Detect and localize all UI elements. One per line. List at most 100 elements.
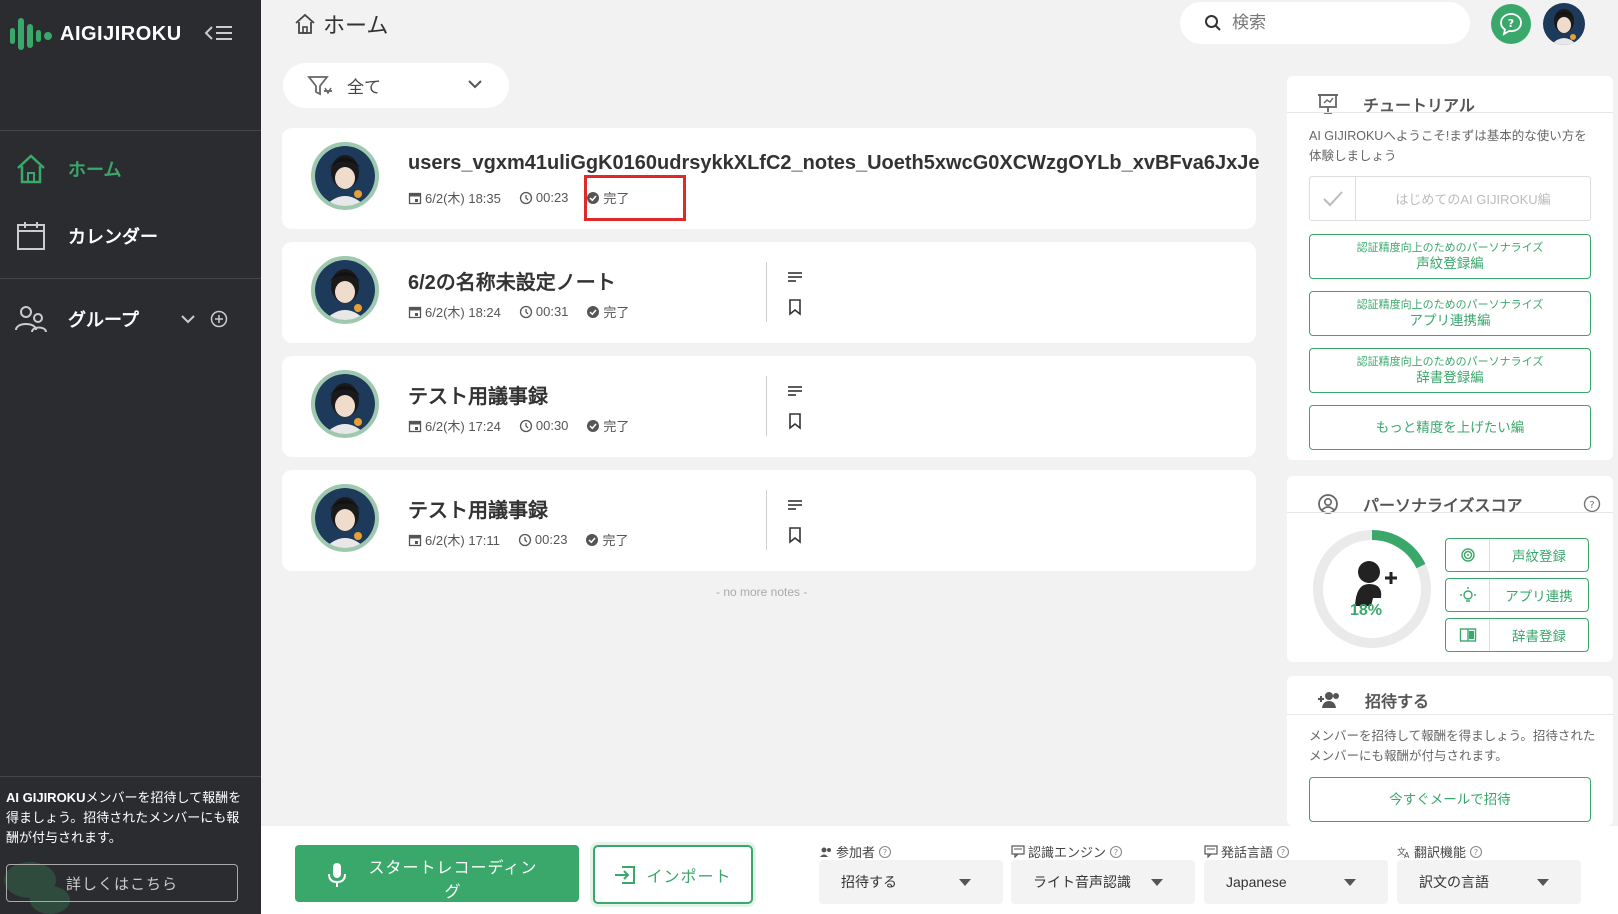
note-date-text: 6/2(木) 17:11 (425, 533, 500, 548)
bookmark-icon[interactable] (786, 412, 804, 430)
check-circle-icon (587, 419, 600, 432)
note-date: 6/2(木) 17:11 (408, 530, 500, 549)
svg-text:?: ? (1589, 500, 1594, 511)
calendar-icon (408, 306, 422, 318)
score-btn-label: アプリ連携 (1505, 589, 1573, 604)
caret-down-icon (1151, 879, 1163, 886)
tutorial-voiceprint-button[interactable]: 認証精度向上のためのパーソナライズ 声紋登録編 (1309, 234, 1591, 279)
option-label: 翻訳機能 (1414, 845, 1467, 860)
card-divider (1287, 112, 1613, 113)
voiceprint-register-button[interactable]: 声紋登録 (1445, 538, 1589, 572)
note-duration: 00:30 (519, 418, 569, 433)
sidebar-item-label: ホーム (68, 160, 122, 180)
note-status: 完了 (586, 416, 629, 435)
add-users-icon (1318, 692, 1339, 708)
tutorial-more-accuracy-button[interactable]: もっと精度を上げたい編 (1309, 405, 1591, 450)
add-group-icon[interactable] (210, 310, 228, 328)
chat-button[interactable]: ? (1491, 4, 1531, 44)
filter-dropdown[interactable]: 全て (283, 63, 509, 108)
note-avatar (311, 256, 379, 324)
sidebar: AIGIJIROKU ホーム カレンダー グループ AI GIJIROKUメンバ… (0, 0, 261, 914)
calendar-icon (408, 192, 422, 204)
fingerprint-icon (1446, 539, 1490, 571)
option-label: 参加者 (836, 845, 876, 860)
svg-text:?: ? (883, 848, 887, 857)
sidebar-item-group[interactable]: グループ (14, 302, 139, 336)
note-date: 6/2(木) 18:24 (408, 302, 501, 321)
chevron-down-icon[interactable] (180, 311, 196, 327)
translation-select[interactable]: 訳文の言語 (1397, 860, 1581, 904)
note-duration-text: 00:30 (535, 418, 569, 433)
add-user-icon (1355, 561, 1397, 606)
option-value: ライト音声認識 (1033, 874, 1131, 890)
import-label: インポート (646, 868, 732, 886)
import-button[interactable]: インポート (593, 845, 753, 904)
tutorial-card: チュートリアル AI GIJIROKUへようこそ!まずは基本的な使い方を体験しま… (1287, 76, 1613, 460)
note-title[interactable]: users_vgxm41uliGgK0160udrsykkXLfC2_notes… (408, 152, 1259, 175)
note-avatar (311, 370, 379, 438)
sidebar-item-calendar[interactable]: カレンダー (14, 219, 158, 253)
details-button[interactable]: 詳しくはこちら (6, 864, 238, 902)
card-divider (1287, 714, 1613, 715)
check-circle-icon (586, 533, 599, 546)
note-status: 完了 (585, 530, 628, 549)
summary-lines-icon[interactable] (786, 496, 804, 514)
invite-email-button[interactable]: 今すぐメールで招待 (1309, 777, 1591, 822)
summary-lines-icon[interactable] (786, 268, 804, 286)
invite-button-label: 今すぐメールで招待 (1389, 791, 1511, 807)
score-btn-label: 辞書登録 (1512, 629, 1566, 644)
invite-desc: メンバーを招待して報酬を得ましょう。招待されたメンバーにも報酬が付与されます。 (1309, 729, 1596, 763)
note-title[interactable]: 6/2の名称未設定ノート (408, 266, 616, 295)
note-title[interactable]: テスト用議事録 (408, 380, 548, 409)
note-duration: 00:31 (519, 304, 568, 319)
translate-icon: 文A (1397, 846, 1410, 858)
engine-select[interactable]: ライト音声認識 (1011, 860, 1195, 904)
tutorial-desc: AI GIJIROKUへようこそ!まずは基本的な使い方を体験しましょう (1309, 129, 1587, 163)
score-btn-label: 声紋登録 (1512, 549, 1566, 564)
highlight-box (584, 175, 686, 221)
collapse-sidebar-button[interactable] (204, 22, 234, 44)
summary-lines-icon[interactable] (786, 382, 804, 400)
option-value: 訳文の言語 (1419, 874, 1489, 890)
participants-select[interactable]: 招待する (819, 860, 1003, 904)
sidebar-item-home[interactable]: ホーム (14, 152, 121, 186)
help-icon[interactable]: ? (1469, 845, 1483, 859)
note-title[interactable]: テスト用議事録 (408, 494, 548, 523)
svg-text:?: ? (1508, 17, 1514, 30)
tutorial-app-link-button[interactable]: 認証精度向上のためのパーソナライズ アプリ連携編 (1309, 291, 1591, 336)
note-card[interactable]: users_vgxm41uliGgK0160udrsykkXLfC2_notes… (282, 128, 1259, 229)
clock-icon (519, 419, 533, 432)
tutorial-dictionary-button[interactable]: 認証精度向上のためのパーソナライズ 辞書登録編 (1309, 348, 1591, 393)
chat-help-icon: ? (1500, 13, 1522, 36)
chevron-down-icon (468, 80, 482, 89)
search-bar[interactable] (1180, 2, 1470, 44)
tutorial-first-done[interactable]: はじめてのAI GIJIROKU編 (1309, 176, 1591, 221)
score-progress-ring (1313, 530, 1431, 648)
app-logo[interactable]: AIGIJIROKU (8, 14, 182, 54)
bookmark-icon[interactable] (786, 298, 804, 316)
calendar-icon (408, 420, 422, 432)
user-avatar[interactable] (1543, 3, 1585, 45)
book-icon (1446, 619, 1490, 651)
note-card[interactable]: 6/2の名称未設定ノート 6/2(木) 18:24 00:31 完了 (282, 242, 1256, 343)
note-date-text: 6/2(木) 18:24 (425, 305, 501, 320)
note-divider (766, 490, 767, 550)
app-link-button[interactable]: アプリ連携 (1445, 578, 1589, 612)
help-icon[interactable]: ? (878, 845, 892, 859)
language-select[interactable]: Japanese (1204, 860, 1388, 904)
translation-label: 文A 翻訳機能 ? (1397, 842, 1483, 861)
help-icon[interactable]: ? (1109, 845, 1123, 859)
help-icon[interactable]: ? (1276, 845, 1290, 859)
note-card[interactable]: テスト用議事録 6/2(木) 17:24 00:30 完了 (282, 356, 1256, 457)
start-recording-button[interactable]: スタートレコーディング 一人で (295, 845, 579, 914)
search-input[interactable] (1232, 13, 1432, 33)
bookmark-icon[interactable] (786, 526, 804, 544)
lightbulb-icon (1446, 579, 1490, 611)
dictionary-register-button[interactable]: 辞書登録 (1445, 618, 1589, 652)
help-icon[interactable]: ? (1583, 495, 1601, 513)
tutorial-sub: 認証精度向上のためのパーソナライズ (1356, 355, 1544, 368)
note-actions (786, 382, 804, 430)
note-card[interactable]: テスト用議事録 6/2(木) 17:11 00:23 完了 (282, 470, 1256, 571)
participants-label: 参加者 ? (819, 842, 892, 861)
note-avatar (311, 484, 379, 552)
